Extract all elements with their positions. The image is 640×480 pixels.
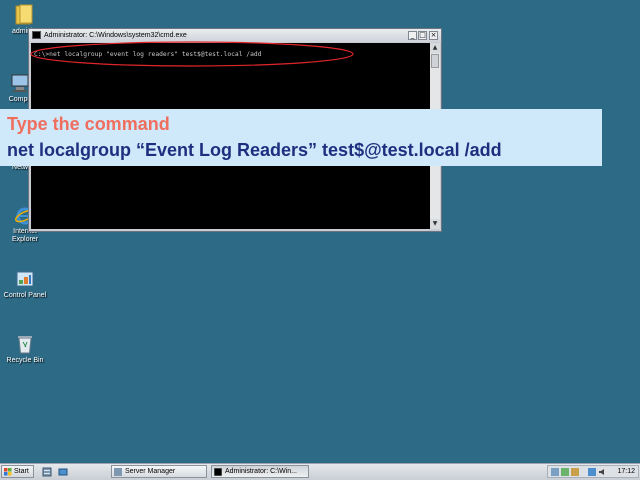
scroll-up-icon[interactable]: ▲ [430, 43, 440, 53]
taskbar-item-label: Administrator: C:\Win... [225, 468, 297, 475]
cmd-icon [214, 468, 222, 476]
start-label: Start [14, 468, 29, 475]
callout-heading: Type the command [7, 114, 170, 134]
instruction-callout: Type the command net localgroup “Event L… [0, 109, 602, 166]
maximize-button[interactable]: □ [418, 31, 427, 40]
network-tray-icon[interactable] [588, 468, 596, 476]
windows-logo-icon [4, 468, 12, 476]
taskbar-item-cmd[interactable]: Administrator: C:\Win... [211, 465, 309, 478]
tray-icon-3[interactable] [571, 468, 579, 476]
clock[interactable]: 17:12 [617, 466, 635, 477]
scroll-down-icon[interactable]: ▼ [430, 219, 440, 229]
recycle-bin-icon [14, 333, 36, 355]
user-folder-icon [14, 4, 36, 26]
minimize-button[interactable]: _ [408, 31, 417, 40]
scroll-thumb[interactable] [431, 54, 439, 68]
desktop-icon-recycle-bin[interactable]: Recycle Bin [0, 333, 50, 365]
server-manager-quicklaunch-icon[interactable] [42, 467, 52, 477]
start-button[interactable]: Start [1, 465, 34, 478]
tray-icon-2[interactable] [561, 468, 569, 476]
system-tray: 17:12 [547, 465, 639, 478]
taskbar: Start Server Manager Administrator: C:\W… [0, 463, 640, 480]
highlight-ellipse [30, 41, 354, 67]
close-button[interactable]: × [429, 31, 438, 40]
desktop-icon-label: Recycle Bin [6, 357, 44, 364]
taskbar-item-server-manager[interactable]: Server Manager [111, 465, 207, 478]
desktop-icon-label: Control Panel [3, 292, 47, 299]
callout-command: net localgroup “Event Log Readers” test$… [7, 140, 502, 160]
tray-icon-1[interactable] [551, 468, 559, 476]
show-desktop-icon[interactable] [58, 467, 68, 477]
taskbar-item-label: Server Manager [125, 468, 176, 475]
desktop-icon-control-panel[interactable]: Control Panel [0, 268, 50, 300]
server-manager-icon [114, 468, 122, 476]
cmd-icon [32, 31, 41, 39]
control-panel-icon [14, 268, 36, 290]
volume-icon[interactable] [598, 468, 606, 476]
